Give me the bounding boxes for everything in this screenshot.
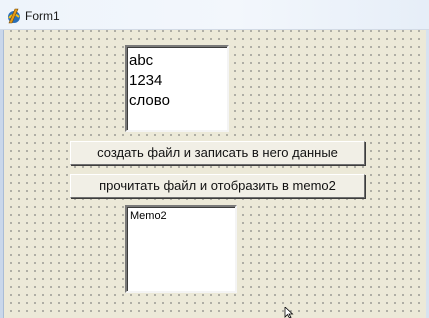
form-window: Form1 abc 1234 слово создать файл и запи… xyxy=(0,0,429,318)
memo1-line: abc xyxy=(129,52,154,69)
title-bar[interactable]: Form1 xyxy=(0,0,429,30)
mouse-pointer-icon xyxy=(284,307,294,318)
memo2-text: Memo2 xyxy=(130,210,167,222)
memo2-textarea[interactable]: Memo2 xyxy=(125,205,237,293)
create-write-file-button[interactable]: создать файл и записать в него данные xyxy=(70,141,365,165)
memo1-line: слово xyxy=(129,92,170,109)
memo1-line: 1234 xyxy=(129,72,163,89)
memo1-textarea[interactable]: abc 1234 слово xyxy=(125,45,229,132)
read-show-file-button[interactable]: прочитать файл и отобразить в memo2 xyxy=(70,174,365,198)
delphi-form-icon xyxy=(8,8,20,24)
window-title: Form1 xyxy=(25,9,60,23)
